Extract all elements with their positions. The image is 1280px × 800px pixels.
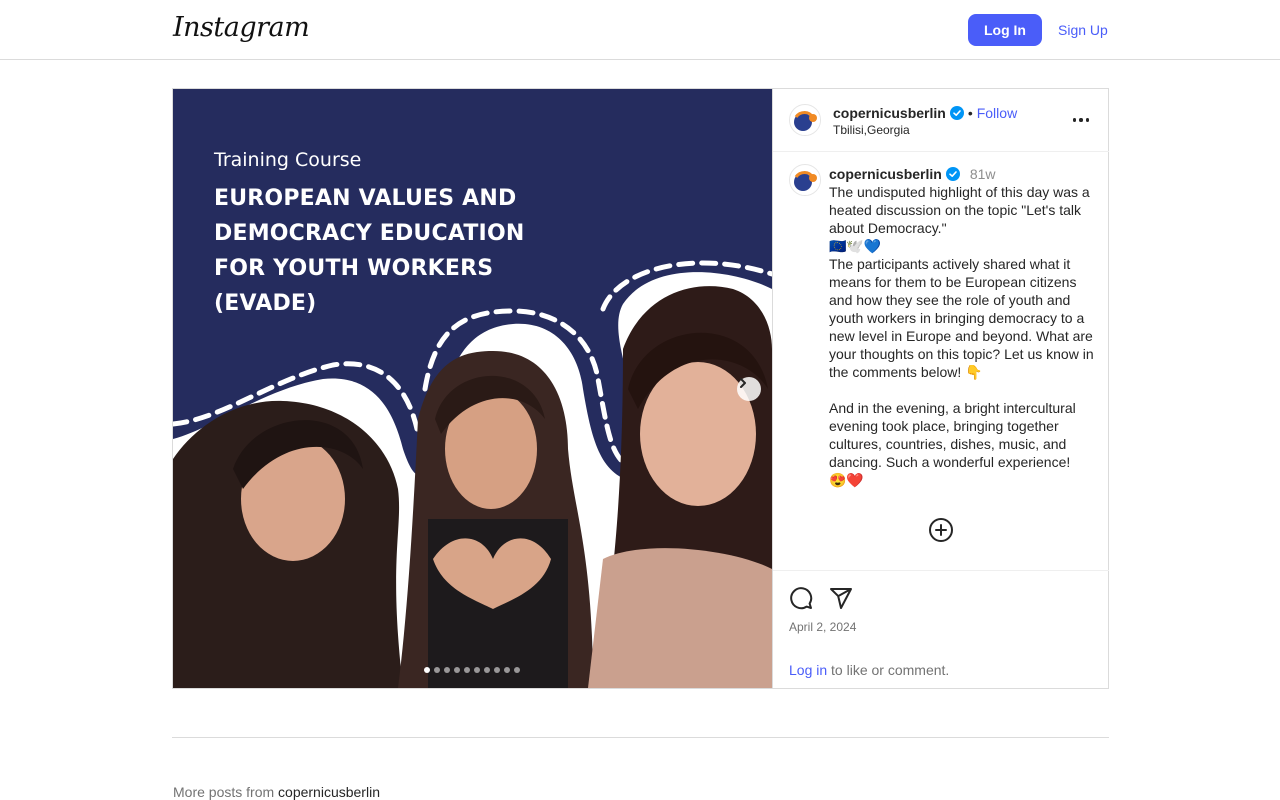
carousel-indicator xyxy=(424,667,520,673)
caption-time[interactable]: 81w xyxy=(970,166,996,182)
post-card: Training Course EUROPEAN VALUES AND DEMO… xyxy=(172,88,1109,689)
carousel-dot xyxy=(454,667,460,673)
caption-paragraph: And in the evening, a bright intercultur… xyxy=(829,400,1076,470)
login-prompt: Log in to like or comment. xyxy=(789,662,949,678)
carousel-dot xyxy=(504,667,510,673)
top-navigation: Instagram Log In Sign Up xyxy=(0,0,1280,60)
slide-photo-illustration xyxy=(173,260,772,688)
author-line: copernicusberlin • Follow xyxy=(833,105,1017,121)
carousel-dot xyxy=(484,667,490,673)
verified-badge-icon xyxy=(949,106,964,120)
carousel-dot xyxy=(464,667,470,673)
more-posts-heading: More posts from copernicusberlin xyxy=(173,784,380,800)
author-avatar[interactable] xyxy=(789,104,821,136)
carousel-dot xyxy=(444,667,450,673)
avatar-logo-icon xyxy=(791,166,820,195)
post-side-panel: copernicusberlin • Follow Tbilisi,Georgia … xyxy=(772,89,1109,688)
carousel-dot xyxy=(434,667,440,673)
slide-title-text: Training Course xyxy=(214,149,362,171)
carousel-dot xyxy=(474,667,480,673)
carousel-dot xyxy=(514,667,520,673)
signup-button[interactable]: Sign Up xyxy=(1052,14,1114,46)
post-date[interactable]: April 2, 2024 xyxy=(789,620,856,634)
caption-paragraph xyxy=(829,381,1097,399)
slide-headline-text: EUROPEAN VALUES AND DEMOCRACY EDUCATION … xyxy=(214,186,525,316)
carousel-dot xyxy=(494,667,500,673)
avatar-logo-icon xyxy=(791,106,820,135)
caption-paragraph: 😍❤️ xyxy=(829,472,864,488)
caption-paragraph: 🇪🇺🕊️💙 xyxy=(829,238,882,254)
login-prompt-text: to like or comment. xyxy=(827,662,950,678)
comment-icon xyxy=(790,587,813,610)
caption-avatar[interactable] xyxy=(789,164,821,196)
share-icon xyxy=(830,588,852,609)
author-username[interactable]: copernicusberlin xyxy=(833,105,946,121)
login-link[interactable]: Log in xyxy=(789,662,827,678)
more-posts-username[interactable]: copernicusberlin xyxy=(278,784,380,800)
action-bar xyxy=(789,586,853,610)
follow-button[interactable]: Follow xyxy=(977,105,1017,121)
separator-dot: • xyxy=(967,105,973,121)
post-header: copernicusberlin • Follow Tbilisi,Georgia xyxy=(773,89,1109,152)
comment-button[interactable] xyxy=(789,586,813,610)
post-media-carousel[interactable]: Training Course EUROPEAN VALUES AND DEMO… xyxy=(173,89,772,688)
chevron-right-icon xyxy=(740,378,746,388)
carousel-dot xyxy=(424,667,430,673)
add-circle-icon[interactable] xyxy=(928,517,954,543)
caption-paragraph: The participants actively shared what it… xyxy=(829,256,1094,380)
caption-text: The undisputed highlight of this day was… xyxy=(829,183,1097,489)
more-options-icon[interactable] xyxy=(1069,111,1093,129)
caption-paragraph: The undisputed highlight of this day was… xyxy=(829,184,1090,236)
next-slide-button[interactable] xyxy=(737,377,761,401)
section-divider xyxy=(172,737,1109,738)
post-location[interactable]: Tbilisi,Georgia xyxy=(833,123,910,137)
caption-username[interactable]: copernicusberlin xyxy=(829,166,942,182)
instagram-logo[interactable]: Instagram xyxy=(173,12,310,43)
more-posts-prefix: More posts from xyxy=(173,784,279,800)
caption-header: copernicusberlin 81w xyxy=(829,166,996,184)
login-button[interactable]: Log In xyxy=(968,14,1042,46)
share-button[interactable] xyxy=(829,586,853,610)
caption-section: copernicusberlin 81w The undisputed highl… xyxy=(773,153,1109,571)
verified-badge-icon xyxy=(945,167,960,181)
